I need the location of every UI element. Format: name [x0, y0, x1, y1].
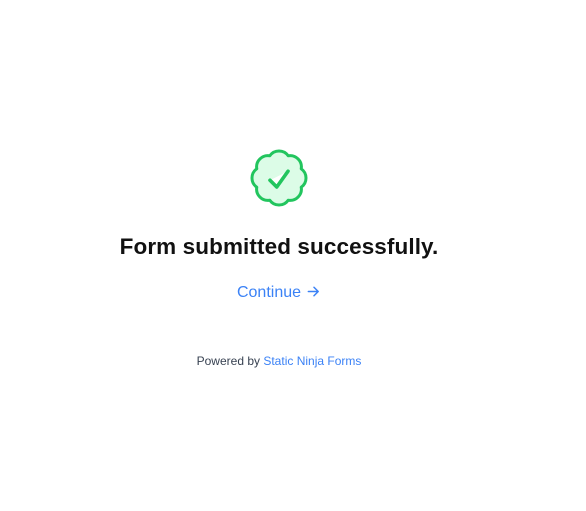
- arrow-right-icon: [307, 286, 319, 297]
- success-title: Form submitted successfully.: [119, 234, 439, 259]
- continue-label: Continue: [236, 284, 302, 301]
- powered-by-footer: Powered by Static Ninja Forms: [0, 354, 558, 368]
- continue-link[interactable]: Continue: [0, 284, 558, 302]
- success-page: Form submitted successfully. Continue Po…: [0, 0, 586, 511]
- check-badge-icon: [250, 149, 308, 207]
- static-ninja-forms-link[interactable]: Static Ninja Forms: [263, 354, 361, 368]
- powered-by-text: Powered by: [196, 354, 260, 368]
